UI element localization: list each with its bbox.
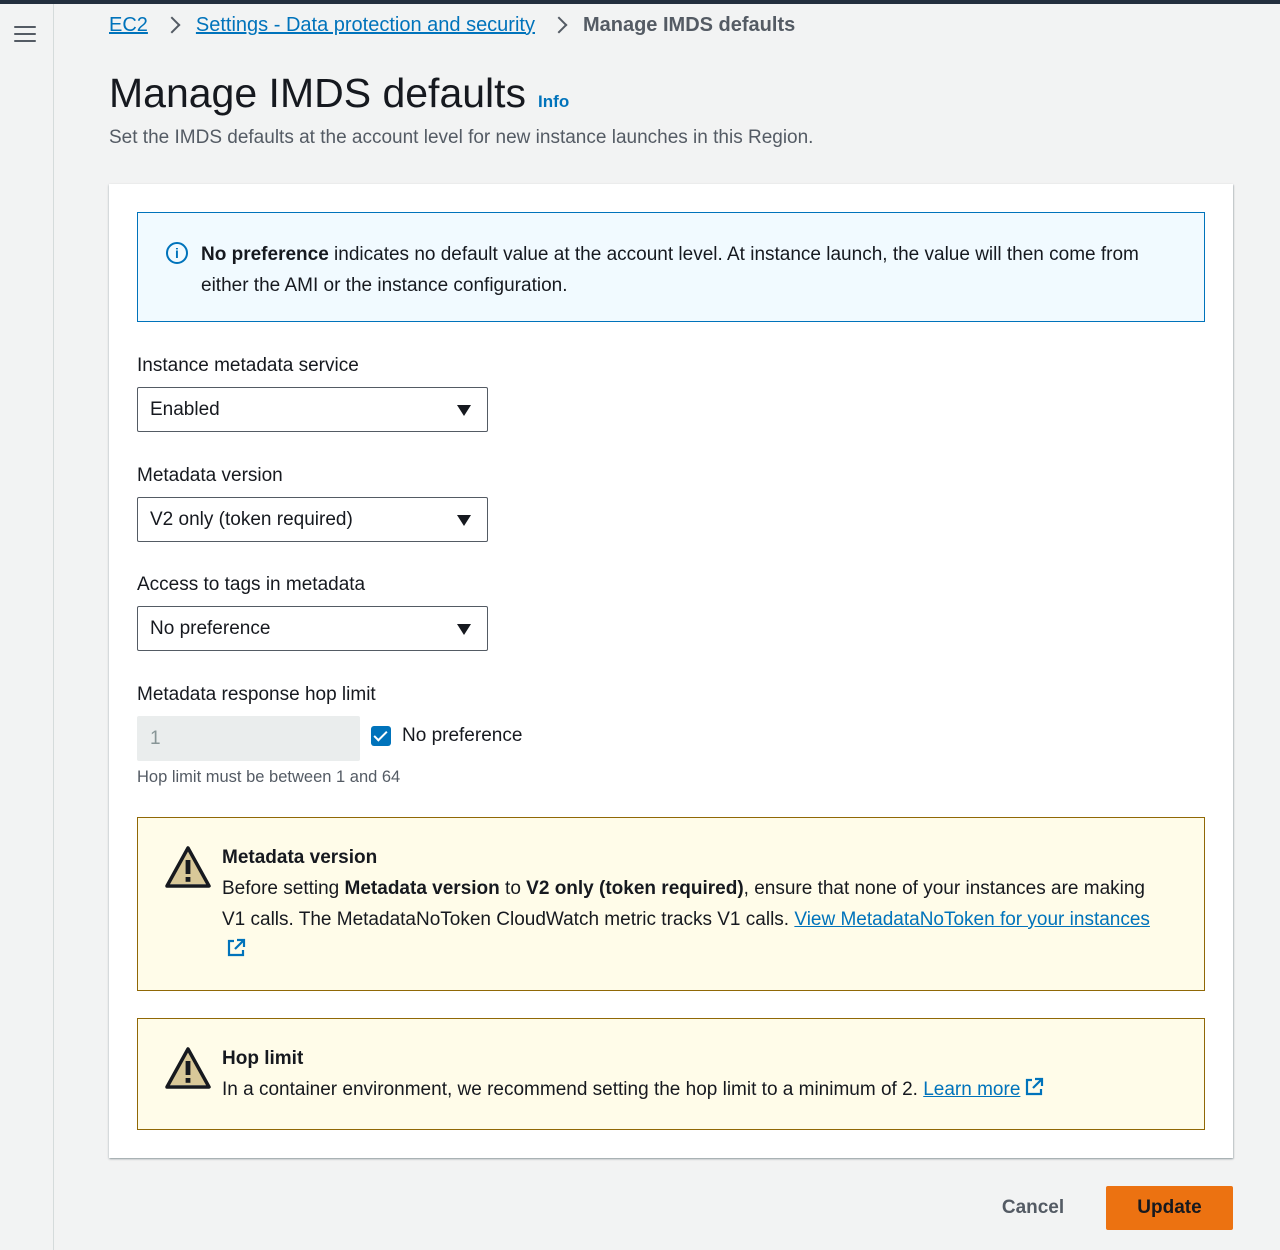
menu-icon[interactable] [14, 26, 36, 46]
info-alert: i No preference indicates no default val… [137, 212, 1205, 322]
update-button[interactable]: Update [1106, 1186, 1233, 1230]
info-icon: i [166, 242, 188, 264]
info-alert-body: indicates no default value at the accoun… [201, 244, 1139, 296]
info-alert-bold: No preference [201, 244, 329, 265]
warning-icon [165, 846, 211, 888]
view-metadatanotoken-link[interactable]: View MetadataNoToken for your instances [794, 909, 1150, 930]
warning-icon [165, 1047, 211, 1089]
breadcrumb-current: Manage IMDS defaults [582, 13, 796, 36]
caret-down-icon [457, 405, 471, 416]
hop-limit-hint: Hop limit must be between 1 and 64 [137, 768, 401, 786]
warning-title: Hop limit [222, 1048, 304, 1069]
warning-text: Before setting [222, 878, 345, 899]
external-link-icon[interactable] [226, 938, 246, 958]
warning-body: Before setting Metadata version to V2 on… [222, 873, 1162, 966]
tags-access-label: Access to tags in metadata [137, 574, 366, 595]
warning-body: In a container environment, we recommend… [222, 1074, 1162, 1105]
metadata-version-select[interactable]: V2 only (token required) [137, 497, 488, 542]
hop-limit-warning: Hop limit In a container environment, we… [137, 1018, 1205, 1130]
page-header: Manage IMDS defaults Info [109, 70, 569, 117]
breadcrumb-ec2[interactable]: EC2 [109, 14, 148, 37]
warning-bold-text: Metadata version [344, 878, 500, 899]
breadcrumb: EC2 Settings - Data protection and secur… [109, 12, 795, 38]
metadata-version-warning: Metadata version Before setting Metadata… [137, 817, 1205, 991]
cancel-button[interactable]: Cancel [986, 1186, 1080, 1230]
imds-select[interactable]: Enabled [137, 387, 488, 432]
caret-down-icon [457, 624, 471, 635]
chevron-right-icon [550, 16, 568, 34]
caret-down-icon [457, 515, 471, 526]
page-description: Set the IMDS defaults at the account lev… [109, 127, 814, 148]
learn-more-link[interactable]: Learn more [923, 1079, 1020, 1100]
hop-limit-input[interactable] [137, 716, 360, 761]
imds-select-value: Enabled [150, 399, 220, 420]
imds-label: Instance metadata service [137, 355, 359, 376]
no-preference-checkbox[interactable] [371, 726, 391, 746]
tags-access-select[interactable]: No preference [137, 606, 488, 651]
no-preference-checkbox-label[interactable]: No preference [402, 725, 522, 747]
warning-text: to [499, 878, 527, 899]
tags-access-value: No preference [150, 618, 271, 639]
info-link[interactable]: Info [538, 92, 569, 112]
metadata-version-label: Metadata version [137, 465, 283, 486]
settings-panel: i No preference indicates no default val… [109, 184, 1233, 1158]
page-title: Manage IMDS defaults [109, 70, 527, 116]
warning-text: In a container environment, we recommend… [222, 1079, 924, 1100]
top-navigation-strip [0, 0, 1280, 4]
warning-bold-text: V2 only (token required) [526, 878, 744, 899]
info-alert-text: No preference indicates no default value… [201, 239, 1191, 301]
warning-title: Metadata version [222, 847, 378, 868]
chevron-right-icon [163, 16, 181, 34]
side-navigation-rail [0, 4, 54, 1250]
hop-limit-label: Metadata response hop limit [137, 684, 376, 705]
breadcrumb-settings[interactable]: Settings - Data protection and security [196, 14, 535, 37]
metadata-version-value: V2 only (token required) [150, 509, 353, 530]
external-link-icon[interactable] [1024, 1077, 1044, 1097]
